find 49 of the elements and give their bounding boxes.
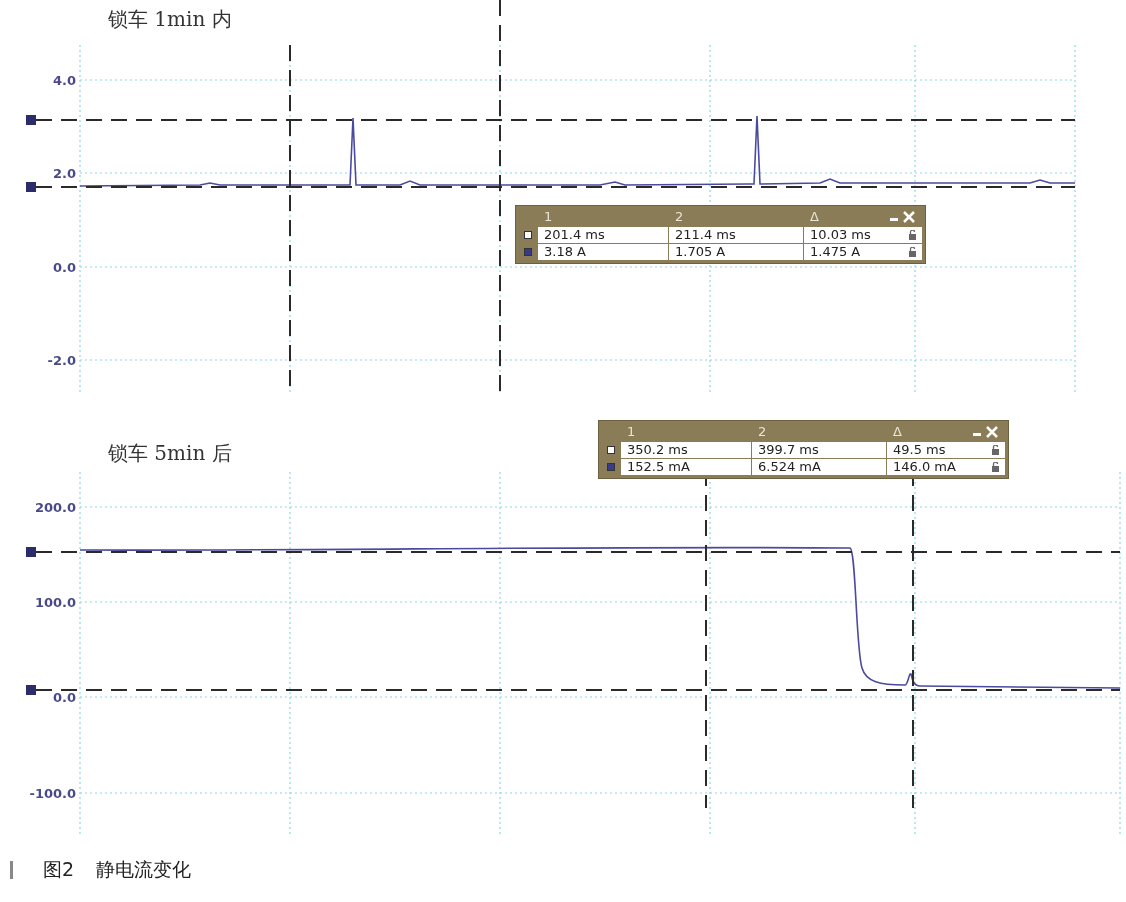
- lock-icon[interactable]: [909, 247, 916, 257]
- axis-tick-label: -100.0: [29, 785, 76, 801]
- channel-marker-icon: [524, 231, 532, 239]
- table-cell: 49.5 ms: [893, 442, 946, 458]
- column-header: 2: [758, 423, 767, 441]
- table-cell: 10.03 ms: [810, 227, 871, 243]
- chart-title: 锁车 1min 内: [108, 6, 232, 33]
- axis-tick-label: 100.0: [34, 594, 76, 610]
- cursor-line[interactable]: [35, 689, 1121, 691]
- cursor-handle-icon[interactable]: [26, 547, 36, 557]
- lock-icon[interactable]: [992, 445, 999, 455]
- table-cell: 152.5 mA: [627, 459, 690, 475]
- cursor-line[interactable]: [35, 186, 1076, 188]
- column-header: 2: [675, 208, 684, 226]
- column-header: Δ: [893, 423, 902, 441]
- channel-marker-icon: [607, 463, 615, 471]
- table-cell: 201.4 ms: [544, 227, 605, 243]
- table-cell: 1.475 A: [810, 244, 861, 260]
- axis-tick-label: 0.0: [52, 259, 76, 275]
- table-cell: 3.18 A: [544, 244, 586, 260]
- chart-title: 锁车 5min 后: [108, 440, 232, 467]
- table-cell: 6.524 mA: [758, 459, 821, 475]
- cursor-handle-icon[interactable]: [26, 182, 36, 192]
- margin-mark: [10, 861, 13, 879]
- figure-number: 图2: [43, 857, 75, 882]
- cursor-line[interactable]: [35, 551, 1121, 553]
- cursor-handle-icon[interactable]: [26, 685, 36, 695]
- axis-tick-label: 0.0: [52, 689, 76, 705]
- axis-tick-label: 4.0: [52, 72, 76, 88]
- figure-caption: 静电流变化: [96, 857, 192, 882]
- table-cell: 1.705 A: [675, 244, 726, 260]
- table-cell: 399.7 ms: [758, 442, 819, 458]
- channel-marker-icon: [607, 446, 615, 454]
- channel-marker-icon: [524, 248, 532, 256]
- lock-icon[interactable]: [909, 230, 916, 240]
- lock-icon[interactable]: [992, 462, 999, 472]
- column-header: 1: [544, 208, 553, 226]
- axis-tick-label: 2.0: [52, 165, 76, 181]
- column-header: Δ: [810, 208, 819, 226]
- table-cell: 211.4 ms: [675, 227, 736, 243]
- table-cell: 146.0 mA: [893, 459, 956, 475]
- axis-tick-label: 200.0: [34, 499, 76, 515]
- axis-tick-label: -2.0: [47, 352, 76, 368]
- column-header: 1: [627, 423, 636, 441]
- cursor-line[interactable]: [35, 119, 1076, 121]
- close-icon[interactable]: [902, 211, 916, 223]
- close-icon[interactable]: [985, 426, 999, 438]
- table-cell: 350.2 ms: [627, 442, 688, 458]
- cursor-handle-icon[interactable]: [26, 115, 36, 125]
